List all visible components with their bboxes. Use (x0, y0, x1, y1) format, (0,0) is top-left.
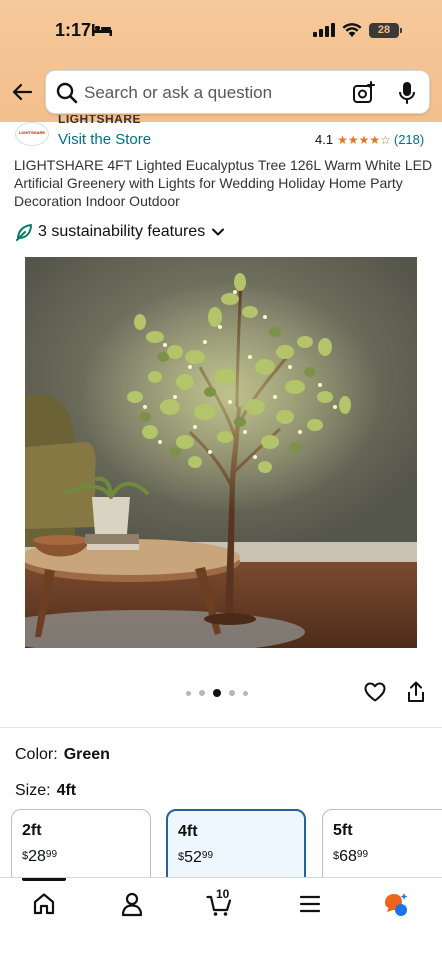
section-divider (0, 727, 442, 728)
product-image[interactable] (25, 257, 417, 648)
sustainability-features-toggle[interactable]: 3 sustainability features (15, 223, 225, 241)
product-photo-illustration (25, 257, 417, 648)
sustainability-label: 3 sustainability features (38, 223, 206, 240)
microphone-icon[interactable] (398, 81, 416, 105)
assistant-icon[interactable] (383, 891, 409, 917)
bottom-nav: 10 (0, 877, 442, 960)
color-label: Color: (15, 746, 58, 763)
size-option-name: 5ft (333, 822, 353, 839)
carousel-dot[interactable] (199, 690, 205, 696)
chevron-down-icon (212, 228, 225, 236)
menu-icon[interactable] (297, 891, 323, 917)
rating-stars-icon: ★★★★☆ (337, 132, 391, 147)
brand-name: LIGHTSHARE (58, 115, 141, 126)
share-icon[interactable] (406, 681, 426, 703)
size-option-price: $5299 (178, 849, 214, 866)
sleep-focus-icon (92, 24, 112, 36)
active-tab-indicator (22, 878, 66, 881)
battery-indicator: 28 (369, 23, 399, 38)
size-option-name: 4ft (178, 823, 198, 840)
cell-signal-icon (313, 23, 335, 37)
cart-count-badge: 10 (216, 887, 230, 901)
brand-logo-text: LIGHTSHARE (19, 130, 45, 135)
app-header: 1:17 28 Search or ask a question (0, 0, 442, 122)
color-selection: Color: Green (15, 746, 110, 764)
rating-count[interactable]: (218) (394, 132, 424, 147)
status-bar: 1:17 28 (0, 0, 442, 62)
carousel-dot[interactable] (186, 690, 191, 696)
back-arrow-icon[interactable] (10, 80, 34, 104)
size-value: 4ft (56, 782, 77, 799)
home-icon[interactable] (31, 891, 57, 917)
size-option-price: $6899 (333, 848, 369, 865)
camera-lens-icon[interactable] (352, 81, 376, 105)
account-icon[interactable] (119, 891, 145, 917)
carousel-dot[interactable] (229, 690, 235, 696)
search-input[interactable]: Search or ask a question (84, 83, 272, 103)
size-label: Size: (15, 782, 51, 799)
search-bar[interactable]: Search or ask a question (45, 70, 430, 114)
wifi-icon (342, 23, 362, 37)
color-value: Green (63, 746, 110, 763)
brand-logo[interactable]: LIGHTSHARE (15, 122, 49, 146)
visit-store-link[interactable]: Visit the Store (58, 131, 151, 148)
image-carousel-indicator[interactable] (186, 689, 248, 697)
size-selection: Size: 4ft (15, 782, 76, 800)
search-icon (56, 82, 78, 104)
carousel-dot-active[interactable] (213, 689, 221, 697)
status-time: 1:17 (55, 20, 92, 40)
rating-summary[interactable]: 4.1 ★★★★☆ (218) (315, 132, 424, 147)
size-option-price: $2899 (22, 848, 58, 865)
leaf-icon (16, 224, 32, 241)
rating-value: 4.1 (315, 132, 334, 147)
carousel-dot[interactable] (243, 690, 248, 696)
heart-icon[interactable] (364, 682, 386, 702)
battery-tip (400, 28, 402, 33)
size-option-name: 2ft (22, 822, 42, 839)
product-title: LIGHTSHARE 4FT Lighted Eucalyptus Tree 1… (14, 157, 433, 209)
